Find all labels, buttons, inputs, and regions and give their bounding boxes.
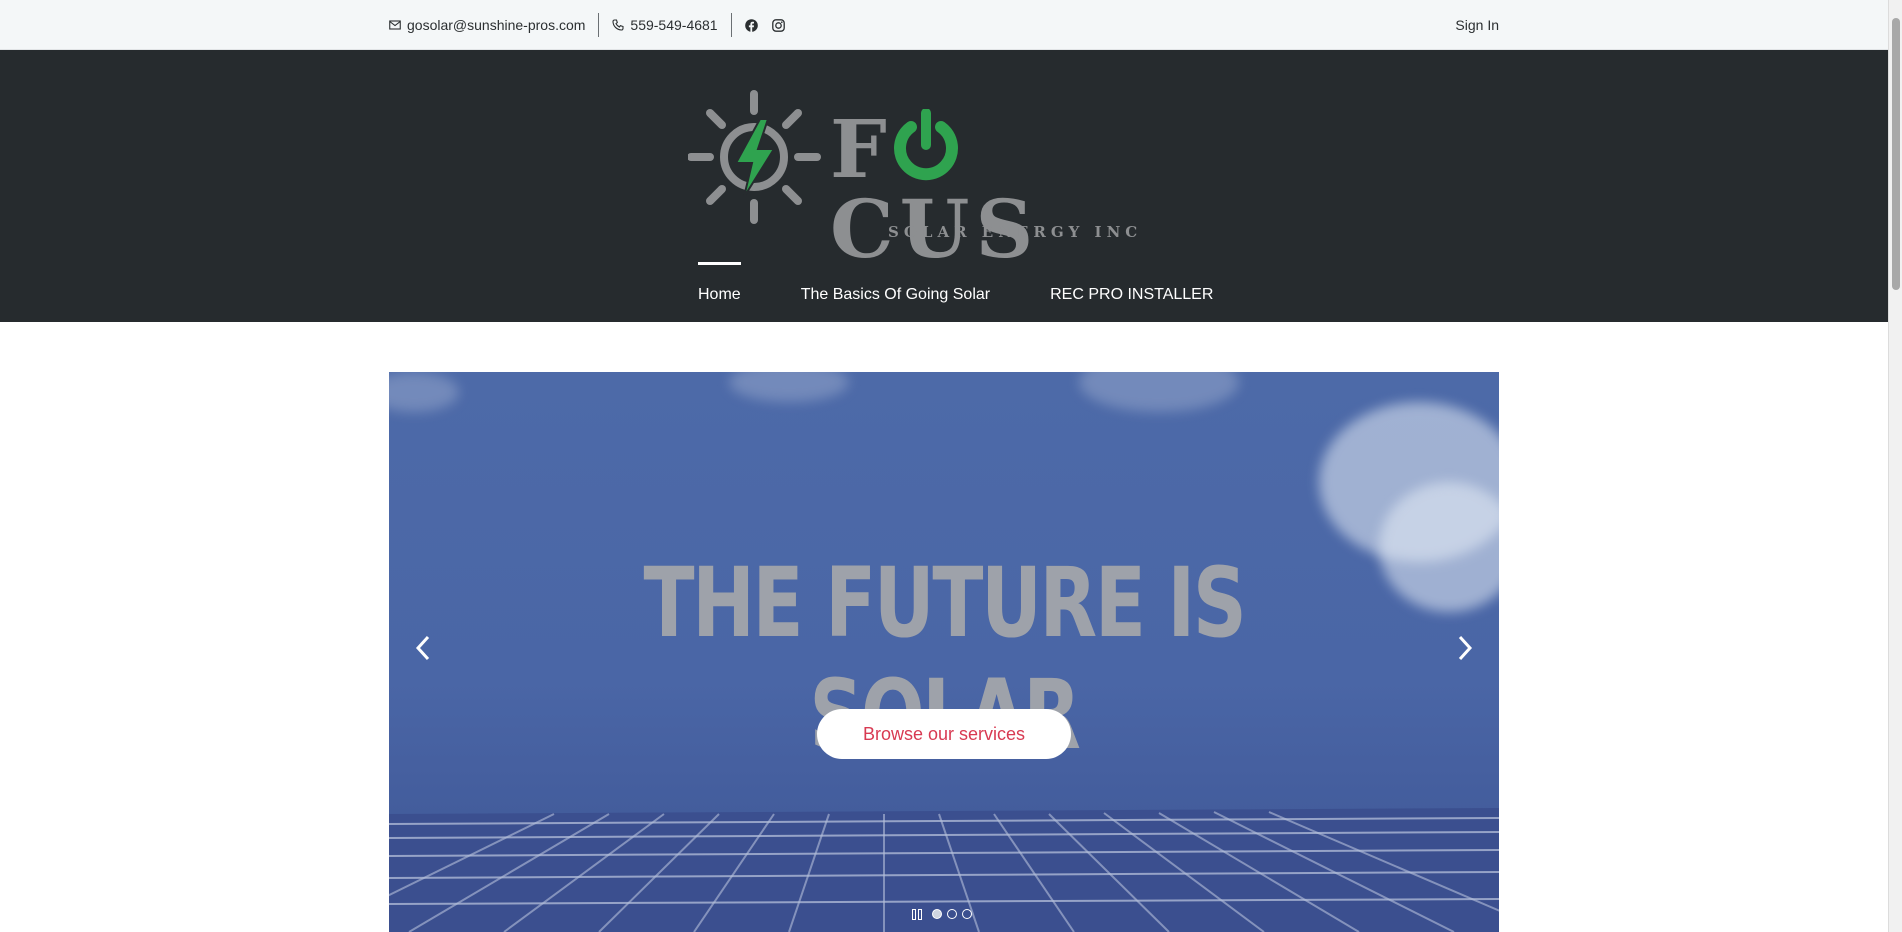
- nav-item-rec-pro-installer[interactable]: REC PRO INSTALLER: [1050, 262, 1213, 322]
- logo-tagline: SOLAR ENERGY INC: [888, 223, 1143, 241]
- site-logo[interactable]: FCUS SOLAR ENERGY INC: [688, 89, 1153, 269]
- email-text: gosolar@sunshine-pros.com: [407, 17, 586, 33]
- cloud: [1379, 482, 1499, 612]
- cloud: [1079, 372, 1239, 412]
- instagram-icon[interactable]: [771, 18, 785, 32]
- sign-in-link[interactable]: Sign In: [1455, 0, 1499, 50]
- top-utility-bar-inner: gosolar@sunshine-pros.com 559-549-4681 S…: [389, 0, 1499, 50]
- power-icon: [894, 109, 958, 181]
- slide-dot-2[interactable]: [947, 909, 957, 919]
- slide-dot-1[interactable]: [932, 909, 942, 919]
- slider-controls: [912, 907, 972, 921]
- phone-link[interactable]: 559-549-4681: [612, 0, 718, 50]
- nav-item-home[interactable]: Home: [698, 262, 741, 322]
- phone-icon: [612, 19, 624, 31]
- envelope-icon: [389, 20, 401, 30]
- cloud: [389, 372, 459, 412]
- logo-wordmark: FCUS: [830, 102, 1040, 276]
- nav-item-basics-of-going-solar[interactable]: The Basics Of Going Solar: [801, 262, 990, 322]
- browse-services-button[interactable]: Browse our services: [817, 709, 1071, 759]
- divider: [598, 13, 600, 37]
- sun-bolt-icon: [688, 90, 821, 224]
- cloud: [729, 372, 849, 402]
- pause-icon[interactable]: [912, 908, 924, 920]
- email-link[interactable]: gosolar@sunshine-pros.com: [389, 0, 585, 50]
- phone-text: 559-549-4681: [630, 17, 718, 33]
- social-links: [744, 18, 785, 32]
- hero-slider: THE FUTURE IS SOLAR Browse our services: [389, 372, 1499, 932]
- site-header: FCUS SOLAR ENERGY INC Home The Basics Of…: [0, 50, 1888, 322]
- previous-slide-arrow-icon[interactable]: [412, 634, 436, 662]
- facebook-icon[interactable]: [744, 18, 758, 32]
- scrollbar-thumb[interactable]: [1892, 18, 1900, 290]
- page-scrollbar[interactable]: [1888, 0, 1902, 932]
- next-slide-arrow-icon[interactable]: [1452, 634, 1476, 662]
- top-utility-bar: gosolar@sunshine-pros.com 559-549-4681 S…: [0, 0, 1888, 50]
- main-nav: Home The Basics Of Going Solar REC PRO I…: [698, 262, 1273, 322]
- divider: [730, 13, 732, 37]
- slide-dot-3[interactable]: [962, 909, 972, 919]
